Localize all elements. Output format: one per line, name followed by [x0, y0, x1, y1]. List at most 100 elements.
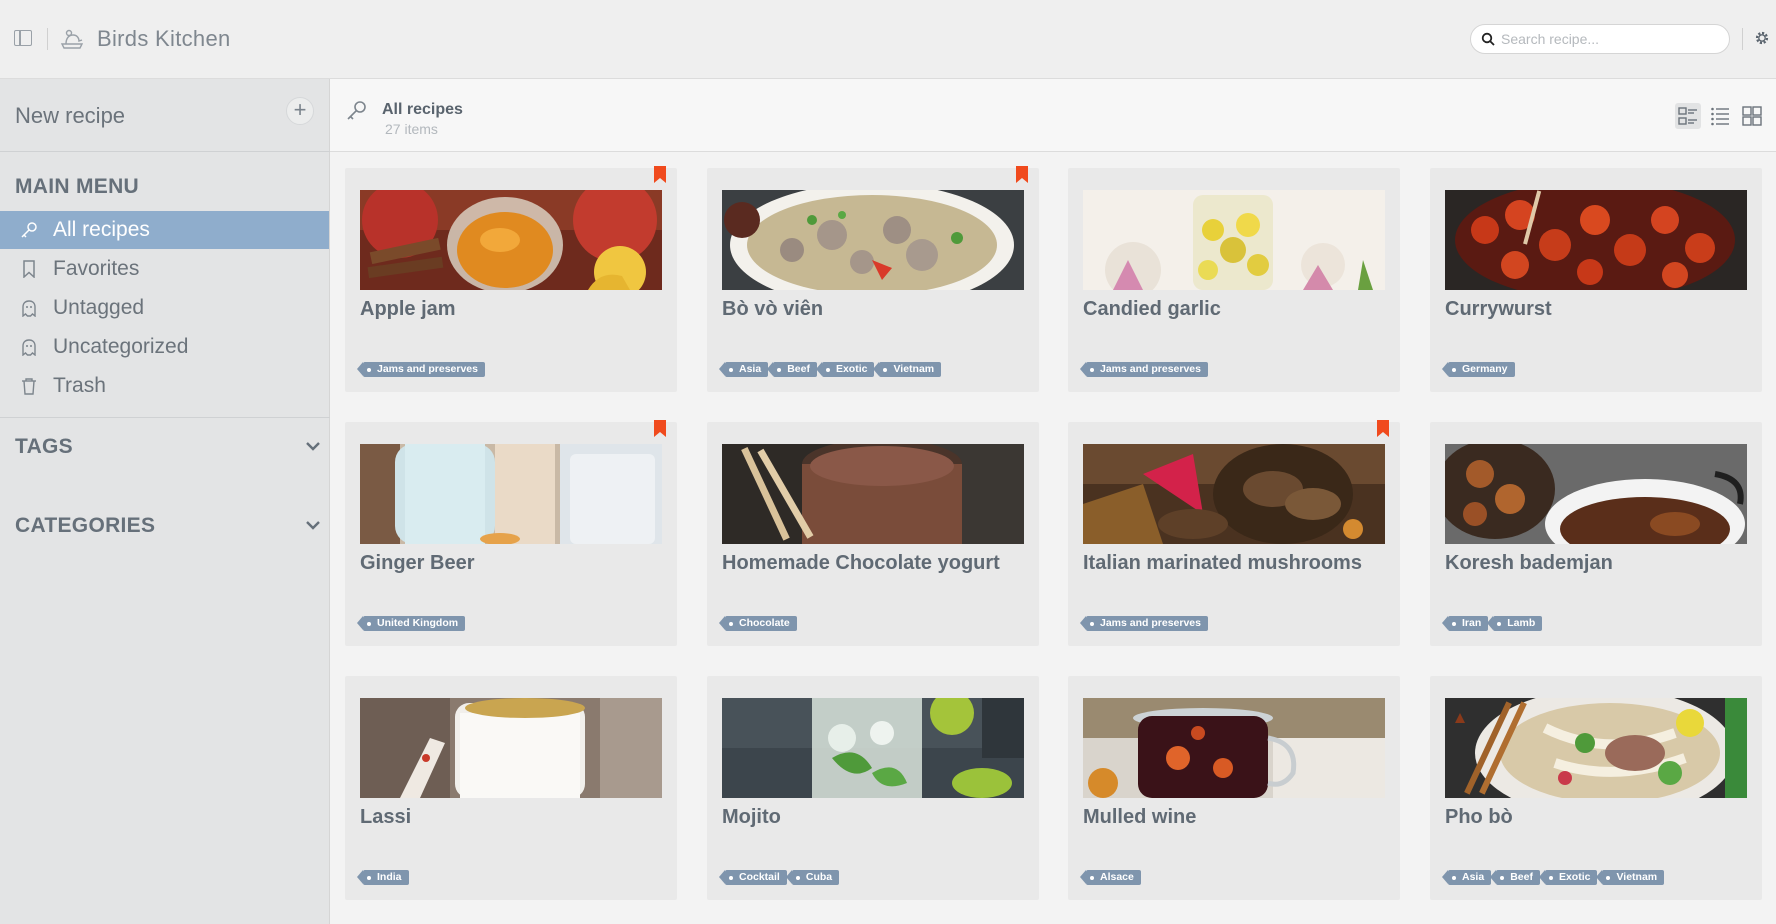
tag-list: Asia Beef Exotic Vietnam	[1441, 870, 1665, 885]
recipe-photo	[722, 444, 1024, 544]
sidebar: New recipe + MAIN MENU All recipes Favor…	[0, 79, 330, 924]
divider	[47, 28, 48, 50]
recipe-photo	[1083, 190, 1385, 290]
sidebar-item-trash[interactable]: Trash	[0, 367, 329, 405]
recipe-photo	[722, 190, 1024, 290]
ghost-icon	[22, 300, 36, 317]
search-box[interactable]	[1470, 24, 1730, 54]
recipe-card-bo-vo-vien[interactable]: Bò vò viên Asia Beef Exotic Vietnam	[707, 166, 1039, 392]
recipe-card-candied-garlic[interactable]: Candied garlic Jams and preserves	[1068, 168, 1400, 392]
tag-list: Iran Lamb	[1441, 616, 1543, 631]
tag-list: Jams and preserves	[1080, 616, 1208, 631]
recipe-photo	[360, 444, 662, 544]
chevron-down-icon[interactable]	[306, 520, 320, 530]
recipe-card-pho-bo[interactable]: Pho bò Asia Beef Exotic Vietnam	[1430, 676, 1762, 900]
categories-title[interactable]: CATEGORIES	[15, 514, 155, 538]
recipe-title: Mulled wine	[1083, 806, 1197, 828]
list-view-button[interactable]	[1707, 103, 1733, 129]
tag[interactable]: Jams and preserves	[1080, 616, 1208, 631]
recipe-card-italian-marinated-mushrooms[interactable]: Italian marinated mushrooms Jams and pre…	[1068, 420, 1400, 646]
tag[interactable]: Chocolate	[719, 616, 797, 631]
tag[interactable]: Asia	[1441, 870, 1492, 885]
sidebar-item-label: Uncategorized	[53, 335, 189, 358]
tag-list: Cocktail Cuba	[719, 870, 840, 885]
favorite-bookmark-icon[interactable]	[654, 420, 666, 437]
sidebar-item-label: Favorites	[53, 257, 140, 280]
tag[interactable]: Alsace	[1080, 870, 1141, 885]
sidebar-item-untagged[interactable]: Untagged	[0, 289, 329, 327]
chevron-down-icon[interactable]	[306, 441, 320, 451]
main-menu-title: MAIN MENU	[15, 175, 140, 198]
gear-icon[interactable]	[1754, 30, 1770, 46]
tag[interactable]: India	[357, 870, 409, 885]
card-list-view-icon	[1678, 107, 1697, 125]
sidebar-item-label: Trash	[53, 374, 106, 397]
tag[interactable]: United Kingdom	[356, 616, 466, 631]
grid-view-icon	[1742, 106, 1762, 126]
grid-view-button[interactable]	[1739, 103, 1765, 129]
tag[interactable]: Iran	[1441, 616, 1489, 631]
tag[interactable]: Vietnam	[1596, 870, 1665, 885]
favorite-bookmark-icon[interactable]	[1016, 166, 1028, 183]
card-list-view-button[interactable]	[1675, 103, 1701, 129]
recipe-photo	[722, 698, 1024, 798]
tag[interactable]: Germany	[1442, 362, 1515, 377]
tag[interactable]: Cocktail	[719, 870, 787, 885]
new-recipe-bar: New recipe +	[0, 79, 330, 152]
recipe-card-mulled-wine[interactable]: Mulled wine Alsace	[1068, 676, 1400, 900]
recipe-photo	[1083, 698, 1385, 798]
recipe-photo	[1445, 444, 1747, 544]
tag[interactable]: Beef	[767, 362, 817, 377]
tag[interactable]: Vietnam	[873, 362, 942, 377]
tag[interactable]: Lamb	[1487, 616, 1543, 631]
tag-list: Jams and preserves	[357, 362, 485, 377]
tag[interactable]: Cuba	[785, 870, 840, 885]
recipe-card-mojito[interactable]: Mojito Cocktail Cuba	[707, 676, 1039, 900]
search-icon	[1481, 32, 1495, 46]
add-recipe-button[interactable]: +	[286, 97, 314, 125]
app-title: Birds Kitchen	[97, 26, 231, 51]
recipe-title: Pho bò	[1445, 806, 1513, 828]
recipe-photo	[1445, 698, 1747, 798]
sidebar-item-all-recipes[interactable]: All recipes	[0, 211, 329, 249]
recipe-title: Bò vò viên	[722, 298, 824, 320]
recipe-card-lassi[interactable]: Lassi India	[345, 676, 677, 900]
divider	[1742, 28, 1743, 50]
sidebar-item-uncategorized[interactable]: Uncategorized	[0, 328, 329, 366]
search-input[interactable]	[1501, 29, 1716, 49]
recipe-card-ginger-beer[interactable]: Ginger Beer United Kingdom	[345, 420, 677, 646]
tag-list: Alsace	[1080, 870, 1141, 885]
tag[interactable]: Jams and preserves	[357, 362, 485, 377]
recipe-photo	[360, 190, 662, 290]
favorite-bookmark-icon[interactable]	[654, 166, 666, 183]
recipe-title: Mojito	[722, 806, 781, 828]
sidebar-item-label: All recipes	[53, 218, 150, 241]
tag-list: Chocolate	[719, 616, 797, 631]
tag[interactable]: Beef	[1490, 870, 1540, 885]
divider	[0, 417, 330, 418]
recipe-title: Lassi	[360, 806, 412, 828]
tags-title[interactable]: TAGS	[15, 435, 73, 459]
recipe-card-apple-jam[interactable]: Apple jam Jams and preserves	[345, 166, 677, 392]
list-view-icon	[1711, 107, 1729, 126]
sidebar-toggle-icon[interactable]	[14, 30, 32, 46]
recipe-card-homemade-chocolate-yogurt[interactable]: Homemade Chocolate yogurt Chocolate	[707, 422, 1039, 646]
recipe-title: Apple jam	[360, 298, 456, 320]
key-icon	[21, 222, 37, 238]
bookmark-icon	[23, 260, 35, 278]
recipe-title: Italian marinated mushrooms	[1083, 552, 1362, 574]
recipe-card-currywurst[interactable]: Currywurst Germany	[1430, 168, 1762, 392]
recipe-title: Koresh bademjan	[1445, 552, 1613, 574]
tag[interactable]: Exotic	[1539, 870, 1598, 885]
key-icon	[347, 101, 366, 120]
tag-list: Asia Beef Exotic Vietnam	[718, 362, 942, 377]
tag[interactable]: Jams and preserves	[1080, 362, 1208, 377]
tag-list: India	[357, 870, 409, 885]
recipe-card-koresh-bademjan[interactable]: Koresh bademjan Iran Lamb	[1430, 422, 1762, 646]
content-header: All recipes 27 items	[330, 79, 1776, 152]
bird-logo-icon	[60, 29, 84, 49]
tag[interactable]: Asia	[718, 362, 769, 377]
sidebar-item-favorites[interactable]: Favorites	[0, 250, 329, 288]
tag[interactable]: Exotic	[816, 362, 875, 377]
favorite-bookmark-icon[interactable]	[1377, 420, 1389, 437]
